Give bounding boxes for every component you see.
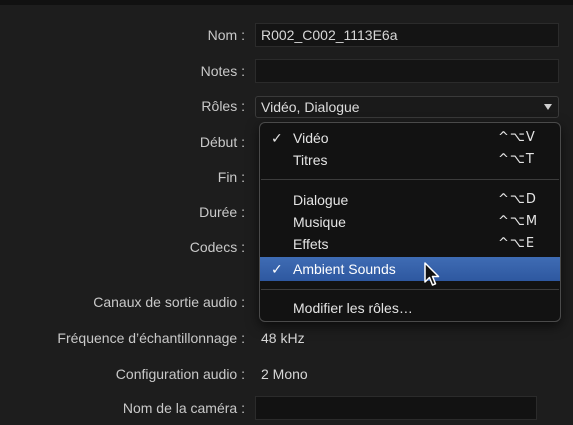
roles-menu: ✓ Vidéo ^⌥V Titres ^⌥T Dialogue ^⌥D Musi… <box>259 122 561 322</box>
menu-item-shortcut: ^⌥V <box>498 130 536 145</box>
name-row: Nom : R002_C002_1113E6a <box>0 23 573 49</box>
menu-item-ambient-sounds[interactable]: ✓ Ambient Sounds <box>260 257 560 281</box>
notes-label: Notes : <box>200 63 245 79</box>
audio-config-row: Configuration audio : 2 Mono <box>0 362 573 388</box>
inspector-panel: Nom : R002_C002_1113E6a Notes : Rôles : … <box>0 0 573 425</box>
menu-item-label: Dialogue <box>293 192 349 208</box>
menu-item-effects[interactable]: Effets ^⌥E <box>260 233 560 255</box>
roles-popup[interactable]: Vidéo, Dialogue <box>255 96 559 118</box>
audio-channels-label: Canaux de sortie audio : <box>93 294 245 310</box>
menu-item-label: Musique <box>293 214 346 230</box>
name-field[interactable]: R002_C002_1113E6a <box>255 23 559 47</box>
camera-name-label: Nom de la caméra : <box>122 400 245 416</box>
name-label: Nom : <box>207 27 245 43</box>
sample-rate-field[interactable]: 48 kHz <box>255 326 537 350</box>
menu-item-music[interactable]: Musique ^⌥M <box>260 211 560 233</box>
roles-value: Vidéo, Dialogue <box>261 99 360 115</box>
menu-item-label: Modifier les rôles… <box>293 300 413 316</box>
start-label: Début : <box>199 134 245 150</box>
duration-label: Durée : <box>199 204 245 220</box>
audio-config-field[interactable]: 2 Mono <box>255 362 537 386</box>
menu-item-shortcut: ^⌥T <box>498 152 535 167</box>
camera-name-field[interactable] <box>255 396 537 420</box>
menu-item-titles[interactable]: Titres ^⌥T <box>260 149 560 171</box>
notes-row: Notes : <box>0 59 573 85</box>
menu-item-video[interactable]: ✓ Vidéo ^⌥V <box>260 127 560 149</box>
pointer-cursor-icon <box>424 262 440 286</box>
sample-rate-label: Fréquence d’échantillonnage : <box>57 330 245 346</box>
end-label: Fin : <box>217 169 245 185</box>
audio-config-label: Configuration audio : <box>115 366 245 382</box>
menu-separator <box>261 289 559 290</box>
menu-item-label: Vidéo <box>293 130 329 146</box>
sample-rate-row: Fréquence d’échantillonnage : 48 kHz <box>0 326 573 352</box>
menu-item-shortcut: ^⌥D <box>498 192 537 207</box>
menu-item-shortcut: ^⌥E <box>498 236 536 251</box>
checkmark-icon: ✓ <box>271 261 283 277</box>
menu-item-label: Titres <box>293 152 328 168</box>
menu-item-label: Effets <box>293 236 329 252</box>
camera-name-row: Nom de la caméra : <box>0 396 573 422</box>
menu-item-edit-roles[interactable]: Modifier les rôles… <box>260 297 560 319</box>
menu-item-shortcut: ^⌥M <box>498 214 539 229</box>
top-divider <box>0 0 573 5</box>
checkmark-icon: ✓ <box>271 130 283 146</box>
menu-separator <box>261 179 559 180</box>
menu-item-label: Ambient Sounds <box>293 261 396 277</box>
menu-item-dialogue[interactable]: Dialogue ^⌥D <box>260 189 560 211</box>
notes-field[interactable] <box>255 59 559 83</box>
chevron-down-icon <box>544 104 552 110</box>
codecs-label: Codecs : <box>189 239 245 255</box>
roles-row: Rôles : Vidéo, Dialogue <box>0 96 573 122</box>
roles-label: Rôles : <box>201 98 245 114</box>
